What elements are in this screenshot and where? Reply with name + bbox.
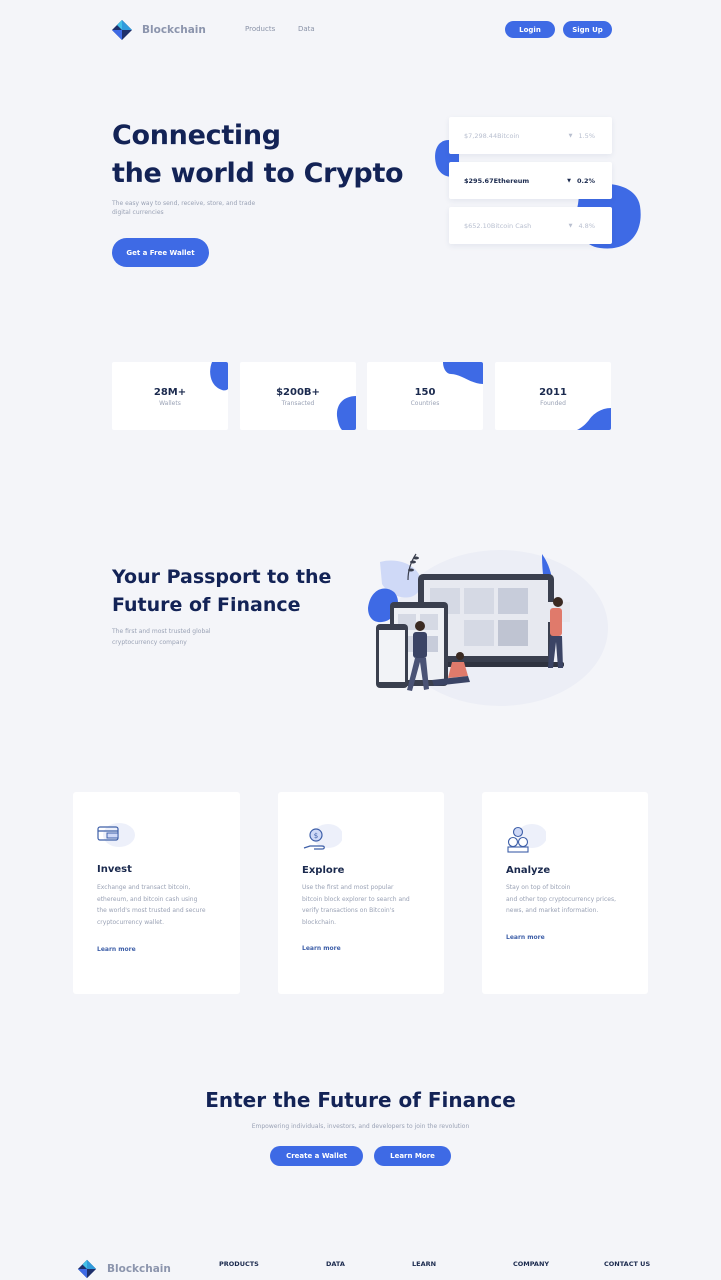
- stat-card-founded: 2011 Founded: [495, 362, 611, 430]
- ticker-change: 1.5%: [578, 131, 595, 140]
- caret-down-icon: ▼: [568, 222, 573, 229]
- login-button[interactable]: Login: [505, 21, 555, 38]
- stat-value: 150: [414, 387, 436, 398]
- feature-card-explore: $ Explore Use the first and most popular…: [278, 792, 444, 994]
- ticker-change: 0.2%: [576, 176, 595, 185]
- feature-card-invest: Invest Exchange and transact bitcoin, eth…: [73, 792, 240, 994]
- learn-more-button[interactable]: Learn More: [374, 1146, 451, 1166]
- stat-blob: [577, 408, 611, 430]
- feature-title: Invest: [97, 864, 132, 875]
- learn-more-link[interactable]: Learn more: [97, 946, 136, 953]
- ticker-bitcoin[interactable]: $7,298.44 Bitcoin ▼ 1.5%: [449, 117, 612, 154]
- feature-title: Explore: [302, 865, 345, 876]
- create-wallet-button[interactable]: Create a Wallet: [270, 1146, 363, 1166]
- ticker-name: Bitcoin: [497, 131, 520, 140]
- caret-down-icon: ▼: [568, 132, 573, 139]
- footer-link-data[interactable]: DATA: [326, 1260, 345, 1268]
- caret-down-icon: ▼: [567, 177, 571, 184]
- stat-label: Countries: [410, 400, 440, 407]
- coins-stack-icon: [507, 824, 546, 853]
- learn-more-link[interactable]: Learn more: [302, 945, 341, 952]
- feature-description: Stay on top of bitcoin and other top cryp…: [506, 884, 616, 914]
- ticker-price: $7,298.44: [464, 131, 498, 140]
- stat-label: Founded: [540, 400, 566, 407]
- stat-blob: [443, 362, 483, 384]
- footer-link-company[interactable]: COMPANY: [513, 1260, 549, 1268]
- feature-description: Exchange and transact bitcoin, ethereum, …: [97, 884, 206, 926]
- footer-link-learn[interactable]: LEARN: [412, 1260, 436, 1268]
- nav-data[interactable]: Data: [298, 25, 315, 33]
- feature-description: Use the first and most popular bitcoin bl…: [302, 884, 410, 926]
- stat-value: 2011: [539, 387, 567, 398]
- svg-text:$: $: [314, 832, 318, 840]
- stat-card-countries: 150 Countries: [367, 362, 483, 430]
- wallet-icon: [97, 823, 135, 847]
- ticker-change: 4.8%: [578, 221, 595, 230]
- learn-more-link[interactable]: Learn more: [506, 934, 545, 941]
- footer-link-products[interactable]: PRODUCTS: [219, 1260, 259, 1268]
- stat-label: Wallets: [159, 400, 181, 407]
- hero-subtitle-line1: The easy way to send, receive, store, an…: [112, 200, 256, 207]
- passport-sub-line1: The first and most trusted global: [112, 628, 211, 635]
- future-title: Enter the Future of Finance: [205, 1088, 516, 1112]
- get-free-wallet-button[interactable]: Get a Free Wallet: [112, 238, 209, 267]
- ticker-price: $295.67: [464, 176, 494, 185]
- ticker-bitcoin-cash[interactable]: $652.10 Bitcoin Cash ▼ 4.8%: [449, 207, 612, 244]
- ticker-name: Bitcoin Cash: [490, 221, 532, 230]
- brand-name[interactable]: Blockchain: [142, 24, 206, 36]
- future-subtitle: Empowering individuals, investors, and d…: [251, 1123, 470, 1130]
- footer-link-contact[interactable]: CONTACT US: [604, 1260, 650, 1268]
- ticker-price: $652.10: [464, 221, 491, 230]
- footer-brand[interactable]: Blockchain: [107, 1263, 171, 1275]
- ticker-name: Ethereum: [493, 176, 530, 185]
- devices-illustration: [368, 550, 608, 706]
- blockchain-logo-icon[interactable]: [77, 1259, 97, 1279]
- signup-button[interactable]: Sign Up: [563, 21, 612, 38]
- blockchain-logo-icon[interactable]: [111, 19, 133, 41]
- stat-card-transacted: $200B+ Transacted: [240, 362, 356, 430]
- hero-subtitle-line2: digital currencies: [112, 209, 164, 216]
- feature-title: Analyze: [506, 865, 551, 876]
- nav-products[interactable]: Products: [245, 25, 275, 33]
- stat-blob: [336, 396, 356, 430]
- passport-title-line1: Your Passport to the: [112, 566, 332, 588]
- passport-title-line2: Future of Finance: [112, 594, 301, 616]
- coin-hand-icon: $: [303, 824, 342, 850]
- header: Blockchain Products Data Login Sign Up: [0, 0, 721, 60]
- stat-blob: [210, 362, 228, 391]
- hero-title-line1: Connecting: [112, 120, 281, 151]
- hero-title-line2: the world to Crypto: [112, 158, 404, 189]
- feature-card-analyze: Analyze Stay on top of bitcoin and other …: [482, 792, 648, 994]
- ticker-ethereum[interactable]: $295.67 Ethereum ▼ 0.2%: [449, 162, 612, 199]
- stat-card-wallets: 28M+ Wallets: [112, 362, 228, 430]
- passport-sub-line2: cryptocurrency company: [112, 639, 187, 646]
